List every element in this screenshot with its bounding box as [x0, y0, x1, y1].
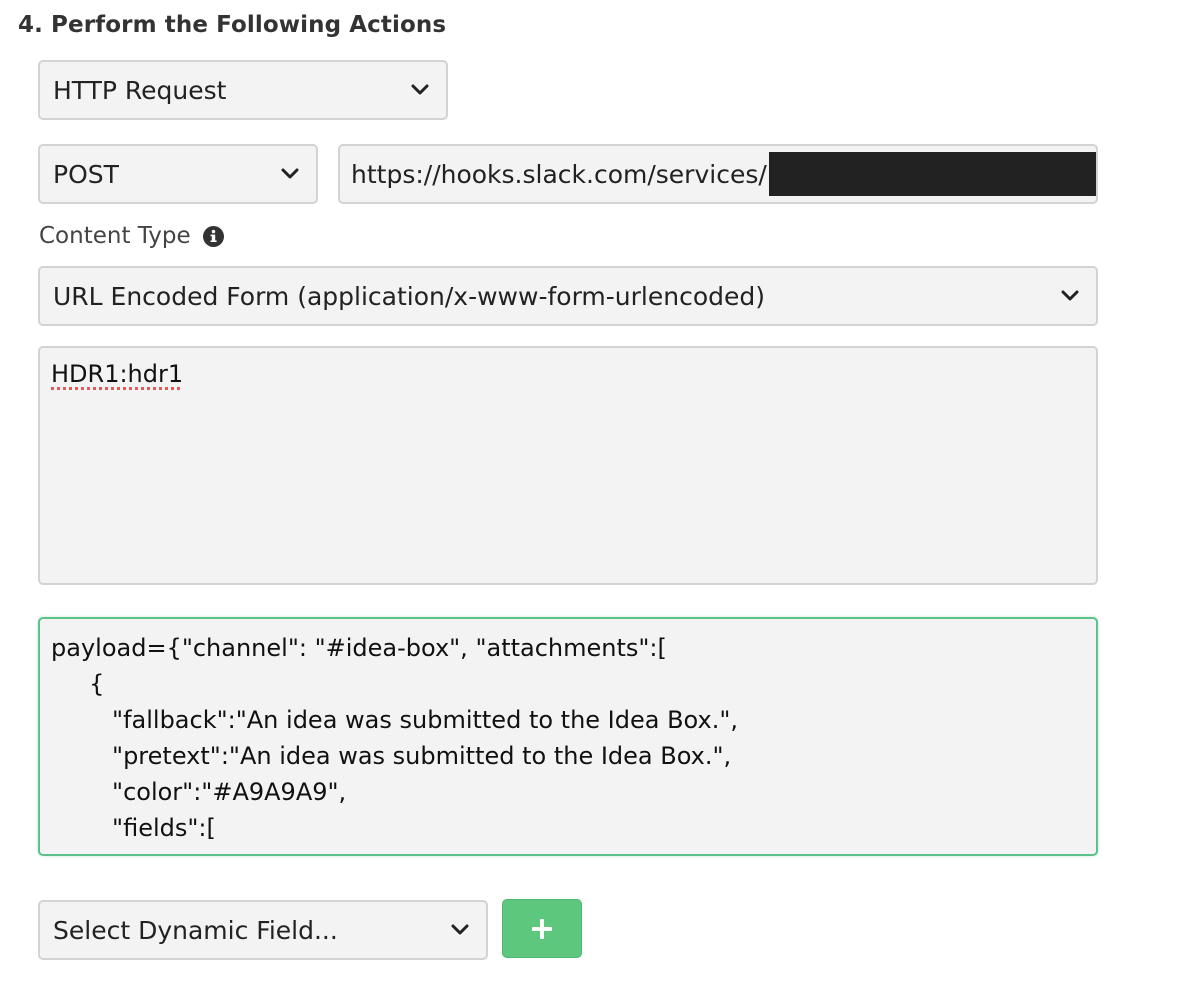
- content-type-value: URL Encoded Form (application/x-www-form…: [53, 281, 765, 311]
- action-type-value: HTTP Request: [53, 75, 227, 105]
- chevron-down-icon: [451, 924, 469, 935]
- chevron-down-icon: [411, 84, 429, 95]
- section-title: 4. Perform the Following Actions: [18, 12, 447, 38]
- headers-textarea[interactable]: HDR1:hdr1: [38, 346, 1098, 585]
- chevron-down-icon: [281, 168, 299, 179]
- action-type-select[interactable]: HTTP Request: [38, 60, 448, 120]
- body-line: "fields":[: [51, 814, 216, 842]
- url-input-value: https://hooks.slack.com/services/: [351, 159, 767, 189]
- chevron-down-icon: [1061, 290, 1079, 301]
- plus-icon: [532, 918, 552, 939]
- body-line: "color":"#A9A9A9",: [51, 778, 347, 806]
- body-line: "fallback":"An idea was submitted to the…: [51, 706, 738, 734]
- body-textarea[interactable]: payload={"channel": "#idea-box", "attach…: [38, 617, 1098, 856]
- content-type-label-row: Content Type: [39, 223, 224, 249]
- body-line: payload={"channel": "#idea-box", "attach…: [51, 634, 667, 662]
- content-type-select[interactable]: URL Encoded Form (application/x-www-form…: [38, 266, 1098, 326]
- redacted-url-segment: [768, 152, 1096, 196]
- body-line: {: [51, 670, 105, 698]
- content-type-label: Content Type: [39, 223, 191, 249]
- http-method-select[interactable]: POST: [38, 144, 318, 204]
- headers-textarea-value: HDR1:hdr1: [51, 360, 184, 388]
- dynamic-field-value: Select Dynamic Field...: [53, 915, 338, 945]
- body-line: "pretext":"An idea was submitted to the …: [51, 742, 732, 770]
- add-dynamic-field-button[interactable]: [502, 899, 582, 958]
- http-method-value: POST: [53, 159, 119, 189]
- url-input[interactable]: https://hooks.slack.com/services/: [338, 144, 1098, 204]
- info-circle-icon[interactable]: [202, 225, 224, 247]
- dynamic-field-select[interactable]: Select Dynamic Field...: [38, 900, 488, 960]
